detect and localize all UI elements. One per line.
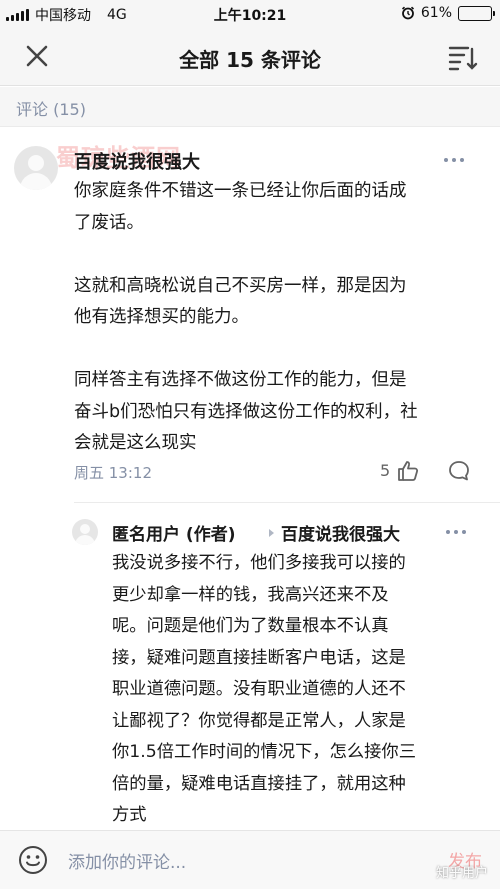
- status-bar: 中国移动 4G 上午10:21 61%: [0, 0, 500, 28]
- comment-content: 你家庭条件不错这一条已经让你后面的话成 了废话。 这就和高晓松说自己不买房一样，…: [74, 181, 418, 453]
- reply-button[interactable]: [447, 459, 471, 483]
- comment-author[interactable]: 百度说我很强大: [74, 148, 200, 174]
- emoji-icon: [19, 846, 47, 874]
- more-icon: [444, 158, 448, 162]
- alarm-icon: [401, 6, 414, 20]
- reply-content: 我没说多接不行，他们多接我可以接的 更少却拿一样的钱，我高兴还来不及 呢。问题是…: [112, 553, 416, 825]
- comment-input-bar: 添加你的评论... 发布 知乎用户: [0, 830, 500, 889]
- comments-header: 全部 15 条评论: [0, 28, 500, 86]
- source-watermark: 知乎用户: [435, 866, 488, 881]
- battery-percent: 61%: [420, 5, 452, 21]
- reply-author[interactable]: 匿名用户 (作者): [112, 520, 235, 545]
- reply-avatar[interactable]: [72, 519, 98, 545]
- like-button[interactable]: [396, 459, 420, 483]
- reply-more-options-button[interactable]: [446, 530, 472, 540]
- like-count: 5: [380, 461, 391, 480]
- sort-icon: [448, 46, 478, 71]
- reply-to-user[interactable]: 百度说我很强大: [281, 520, 400, 545]
- thumbs-up-icon: [398, 461, 419, 481]
- more-options-button[interactable]: [444, 158, 470, 168]
- sort-button[interactable]: [448, 45, 478, 71]
- emoji-button[interactable]: [18, 845, 48, 875]
- comment-time: 周五 13:12: [74, 464, 152, 482]
- page-title: 全部 15 条评论: [179, 48, 321, 72]
- battery-icon: [458, 5, 495, 21]
- comment-bubble-icon: [449, 461, 469, 481]
- comment-input[interactable]: 添加你的评论...: [68, 848, 186, 873]
- avatar[interactable]: [14, 146, 58, 190]
- more-icon: [446, 530, 450, 534]
- comment-divider: [74, 502, 500, 503]
- reply-arrow-icon: [269, 529, 274, 537]
- comment-count-label: 评论 (15): [0, 87, 500, 127]
